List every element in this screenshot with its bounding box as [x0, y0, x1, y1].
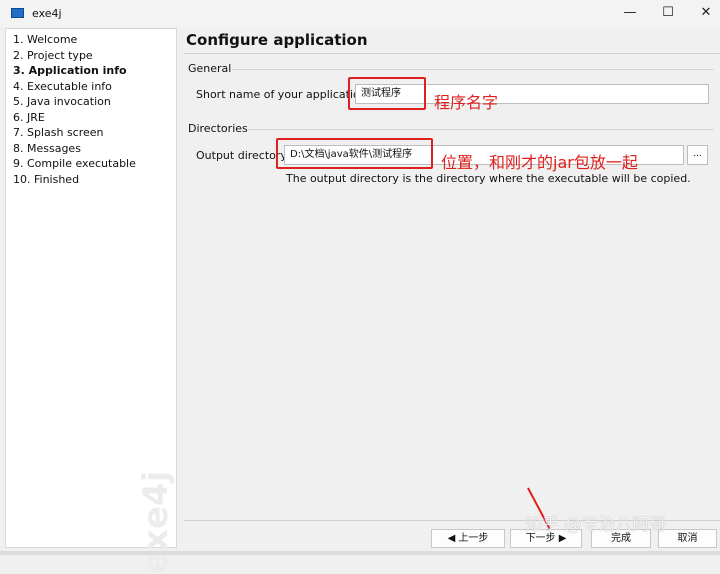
maximize-button[interactable]: ☐	[658, 4, 678, 22]
cancel-button[interactable]: 取消	[658, 529, 717, 548]
sidebar-step: 1. Welcome	[13, 33, 78, 46]
page-title: Configure application	[186, 31, 368, 49]
highlight-box	[276, 138, 433, 169]
app-icon	[11, 8, 24, 18]
sidebar-step: 2. Project type	[13, 48, 93, 62]
divider	[184, 53, 720, 54]
sidebar-step: 7. Splash screen	[13, 126, 104, 139]
minimize-button[interactable]: —	[620, 4, 640, 22]
sidebar-step: 6. JRE	[13, 110, 45, 124]
sidebar-step: 3. Application info	[13, 64, 127, 77]
window-title: exe4j	[32, 7, 62, 20]
directory-annotation: 位置，和刚才的jar包放一起	[441, 153, 638, 172]
exe4j-logo: exe4j	[136, 470, 176, 574]
browse-button[interactable]: ...	[687, 145, 708, 165]
close-button[interactable]: ✕	[696, 4, 716, 22]
short-name-label: Short name of your application:	[196, 88, 371, 101]
name-annotation: 程序名字	[434, 93, 499, 112]
sidebar-step: 4. Executable info	[13, 79, 112, 93]
back-button[interactable]: ◀ 上一步	[431, 529, 505, 548]
title-bar: exe4j — ☐ ✕	[0, 0, 720, 27]
sidebar-step: 9. Compile executable	[13, 157, 136, 170]
steps-sidebar: 1. Welcome 2. Project type 3. Application …	[5, 28, 177, 574]
sidebar-step: 10. Finished	[13, 172, 80, 186]
highlight-box	[348, 77, 426, 110]
divider	[248, 129, 714, 130]
general-group-title: General	[188, 62, 232, 75]
output-directory-hint: The output directory is the directory wh…	[286, 172, 691, 185]
sidebar-step: 8. Messages	[13, 141, 81, 155]
divider	[232, 69, 714, 70]
directories-group-title: Directories	[188, 122, 248, 135]
watermark: 知乎 @专治八阿哥	[525, 515, 667, 535]
sidebar-step: 5. Java invocation	[13, 95, 111, 108]
window-border	[0, 551, 720, 555]
